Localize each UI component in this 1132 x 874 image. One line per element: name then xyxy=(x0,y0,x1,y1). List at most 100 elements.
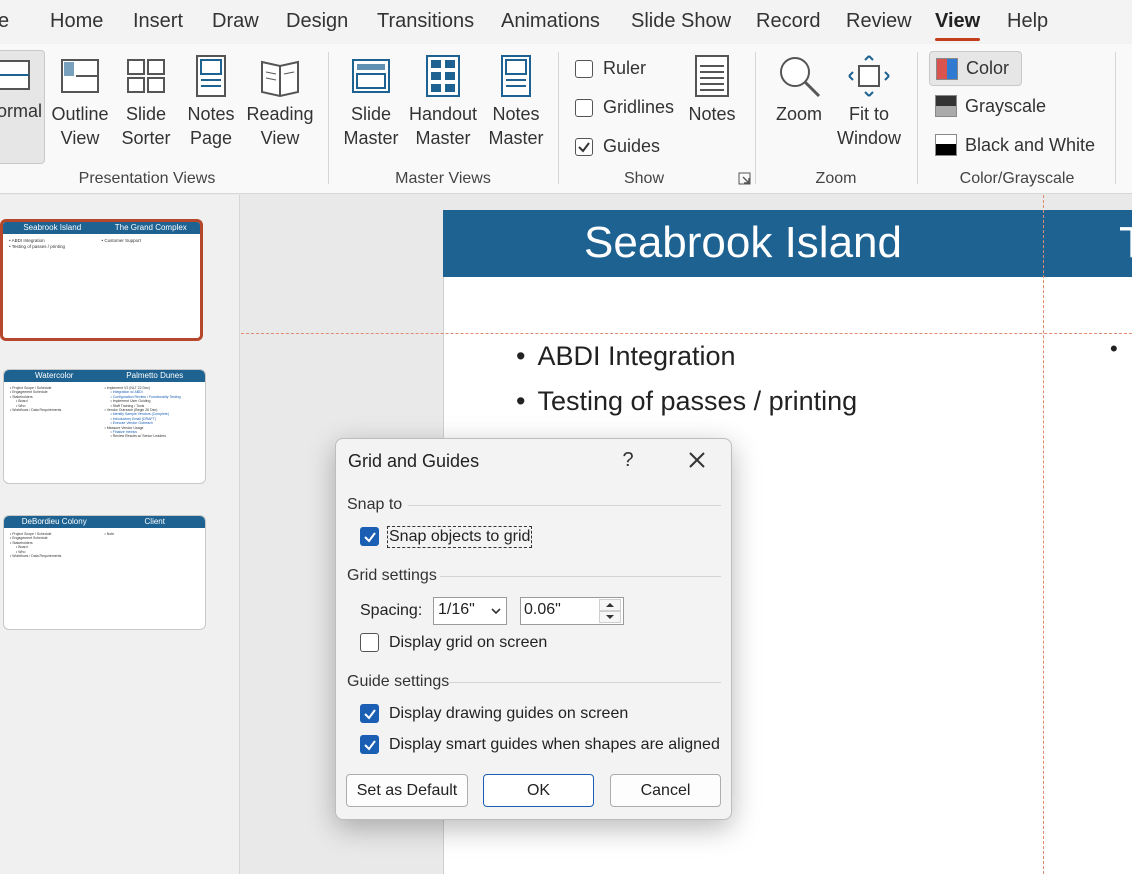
snap-to-grid-checkbox-row[interactable]: Snap objects to grid xyxy=(360,525,533,548)
section-divider xyxy=(448,682,721,683)
handout-master-label-1: Handout xyxy=(408,104,478,124)
tab-insert[interactable]: Insert xyxy=(133,10,183,33)
checkmark-icon xyxy=(578,141,590,153)
zoom-button[interactable]: Zoom xyxy=(770,54,828,126)
ruler-checkbox[interactable]: Ruler xyxy=(575,58,646,79)
handout-master-button[interactable]: Handout Master xyxy=(406,54,480,150)
ok-button[interactable]: OK xyxy=(483,774,594,807)
ribbon-separator xyxy=(755,52,756,184)
slide-bullet-right: • xyxy=(1110,336,1118,361)
grayscale-button[interactable]: Grayscale xyxy=(935,95,1046,117)
slide-sorter-button[interactable]: Slide Sorter xyxy=(118,54,174,150)
black-and-white-button[interactable]: Black and White xyxy=(935,134,1095,156)
set-as-default-button[interactable]: Set as Default xyxy=(346,774,468,807)
black-white-swatch-icon xyxy=(935,134,957,156)
slide-title-bar: Seabrook Island T xyxy=(443,210,1132,277)
show-group-label: Show xyxy=(623,170,665,187)
display-smart-guides-checkbox[interactable] xyxy=(360,735,379,754)
slide-thumbnails-pane: Seabrook Island The Grand Complex • ABDI… xyxy=(0,195,240,874)
spacing-select-value: 1/16" xyxy=(438,601,475,618)
thumbnail-left-title: Watercolor xyxy=(35,371,74,380)
slide-thumbnail-3[interactable]: DeBordieu Colony Client • Project Scope … xyxy=(3,515,206,630)
tab-help[interactable]: Help xyxy=(1007,10,1048,33)
notes-master-label-2: Master xyxy=(488,128,544,148)
ribbon-separator xyxy=(328,52,329,184)
tab-slide-show[interactable]: Slide Show xyxy=(631,10,731,33)
gridlines-checkbox-box[interactable] xyxy=(575,98,593,117)
outline-view-icon xyxy=(61,59,99,93)
thumbnail-item: • Review Results w/ Senior Leaders xyxy=(110,434,167,439)
checkmark-icon xyxy=(363,531,376,543)
help-button[interactable]: ? xyxy=(618,449,638,472)
tab-review[interactable]: Review xyxy=(846,10,912,33)
tab-file[interactable]: e xyxy=(0,10,9,33)
vertical-guide[interactable] xyxy=(1043,195,1044,874)
fit-to-window-button[interactable]: Fit to Window xyxy=(836,54,902,150)
slide-master-label-2: Master xyxy=(343,128,399,148)
zoom-label: Zoom xyxy=(775,104,822,124)
slide-bullet-list[interactable]: ABDI Integration Testing of passes / pri… xyxy=(516,334,857,424)
ribbon: ormal Outline View Slide Sorter Notes Pa… xyxy=(0,44,1132,194)
zoom-group-label: Zoom xyxy=(815,170,857,187)
spacing-value-input[interactable]: 0.06" xyxy=(520,597,624,625)
fit-to-window-label-1: Fit to xyxy=(848,104,889,124)
notes-button[interactable]: Notes xyxy=(684,54,740,126)
tab-animations[interactable]: Animations xyxy=(501,10,600,33)
outline-view-label-1: Outline xyxy=(51,104,109,124)
display-drawing-guides-label: Display drawing guides on screen xyxy=(389,704,629,722)
spin-up-button[interactable] xyxy=(599,599,621,611)
display-drawing-guides-checkbox-row[interactable]: Display drawing guides on screen xyxy=(360,704,628,723)
handout-master-icon xyxy=(426,55,460,97)
display-drawing-guides-checkbox[interactable] xyxy=(360,704,379,723)
normal-view-icon xyxy=(0,60,30,90)
tab-home[interactable]: Home xyxy=(50,10,103,33)
guides-checkbox-box[interactable] xyxy=(575,137,593,156)
slide-sorter-icon xyxy=(127,59,165,93)
display-smart-guides-checkbox-row[interactable]: Display smart guides when shapes are ali… xyxy=(360,735,720,754)
slide-thumbnail-2[interactable]: Watercolor Palmetto Dunes • Project Scop… xyxy=(3,369,206,484)
display-grid-checkbox-row[interactable]: Display grid on screen xyxy=(360,633,547,652)
tab-view[interactable]: View xyxy=(935,10,981,41)
display-grid-checkbox[interactable] xyxy=(360,633,379,652)
slide-title-right[interactable]: T xyxy=(1119,218,1132,268)
guide-settings-label: Guide settings xyxy=(347,673,450,690)
notes-master-icon xyxy=(501,55,531,97)
slide-title[interactable]: Seabrook Island xyxy=(443,218,1043,268)
cancel-button[interactable]: Cancel xyxy=(610,774,721,807)
slide-thumbnail-1[interactable]: Seabrook Island The Grand Complex • ABDI… xyxy=(0,219,203,341)
notes-page-icon xyxy=(196,55,226,97)
thumbnail-item: • Workflows / Data Requirements xyxy=(10,408,62,413)
gridlines-checkbox[interactable]: Gridlines xyxy=(575,97,674,118)
ruler-checkbox-box[interactable] xyxy=(575,59,593,78)
section-divider xyxy=(440,576,721,577)
triangle-up-icon xyxy=(606,603,614,607)
guides-checkbox[interactable]: Guides xyxy=(575,136,660,157)
reading-view-icon xyxy=(261,60,299,98)
notes-master-button[interactable]: Notes Master xyxy=(486,54,546,150)
outline-view-button[interactable]: Outline View xyxy=(50,54,110,150)
reading-view-button[interactable]: Reading View xyxy=(246,54,314,150)
normal-view-button[interactable]: ormal xyxy=(0,50,45,164)
dialog-launcher-icon[interactable] xyxy=(738,172,751,185)
triangle-down-icon xyxy=(606,615,614,619)
dialog-title: Grid and Guides xyxy=(348,451,480,471)
slide-master-button[interactable]: Slide Master xyxy=(340,54,402,150)
section-divider xyxy=(408,505,721,506)
normal-view-label: ormal xyxy=(0,101,43,121)
close-icon[interactable] xyxy=(684,447,710,473)
thumbnail-header: Seabrook Island The Grand Complex xyxy=(3,222,200,234)
presentation-views-group-label: Presentation Views xyxy=(78,170,216,187)
fit-to-window-icon xyxy=(848,55,890,97)
tab-transitions[interactable]: Transitions xyxy=(377,10,474,33)
grayscale-swatch-icon xyxy=(935,95,957,117)
tab-draw[interactable]: Draw xyxy=(212,10,259,33)
slide-bullet-item: Testing of passes / printing xyxy=(516,379,857,424)
spacing-select[interactable]: 1/16" xyxy=(433,597,507,625)
fit-to-window-label-2: Window xyxy=(836,128,902,148)
notes-page-button[interactable]: Notes Page xyxy=(183,54,239,150)
spin-down-button[interactable] xyxy=(599,611,621,623)
tab-record[interactable]: Record xyxy=(756,10,820,33)
snap-to-grid-checkbox[interactable] xyxy=(360,527,379,546)
tab-design[interactable]: Design xyxy=(286,10,348,33)
color-button[interactable]: Color xyxy=(929,51,1022,86)
